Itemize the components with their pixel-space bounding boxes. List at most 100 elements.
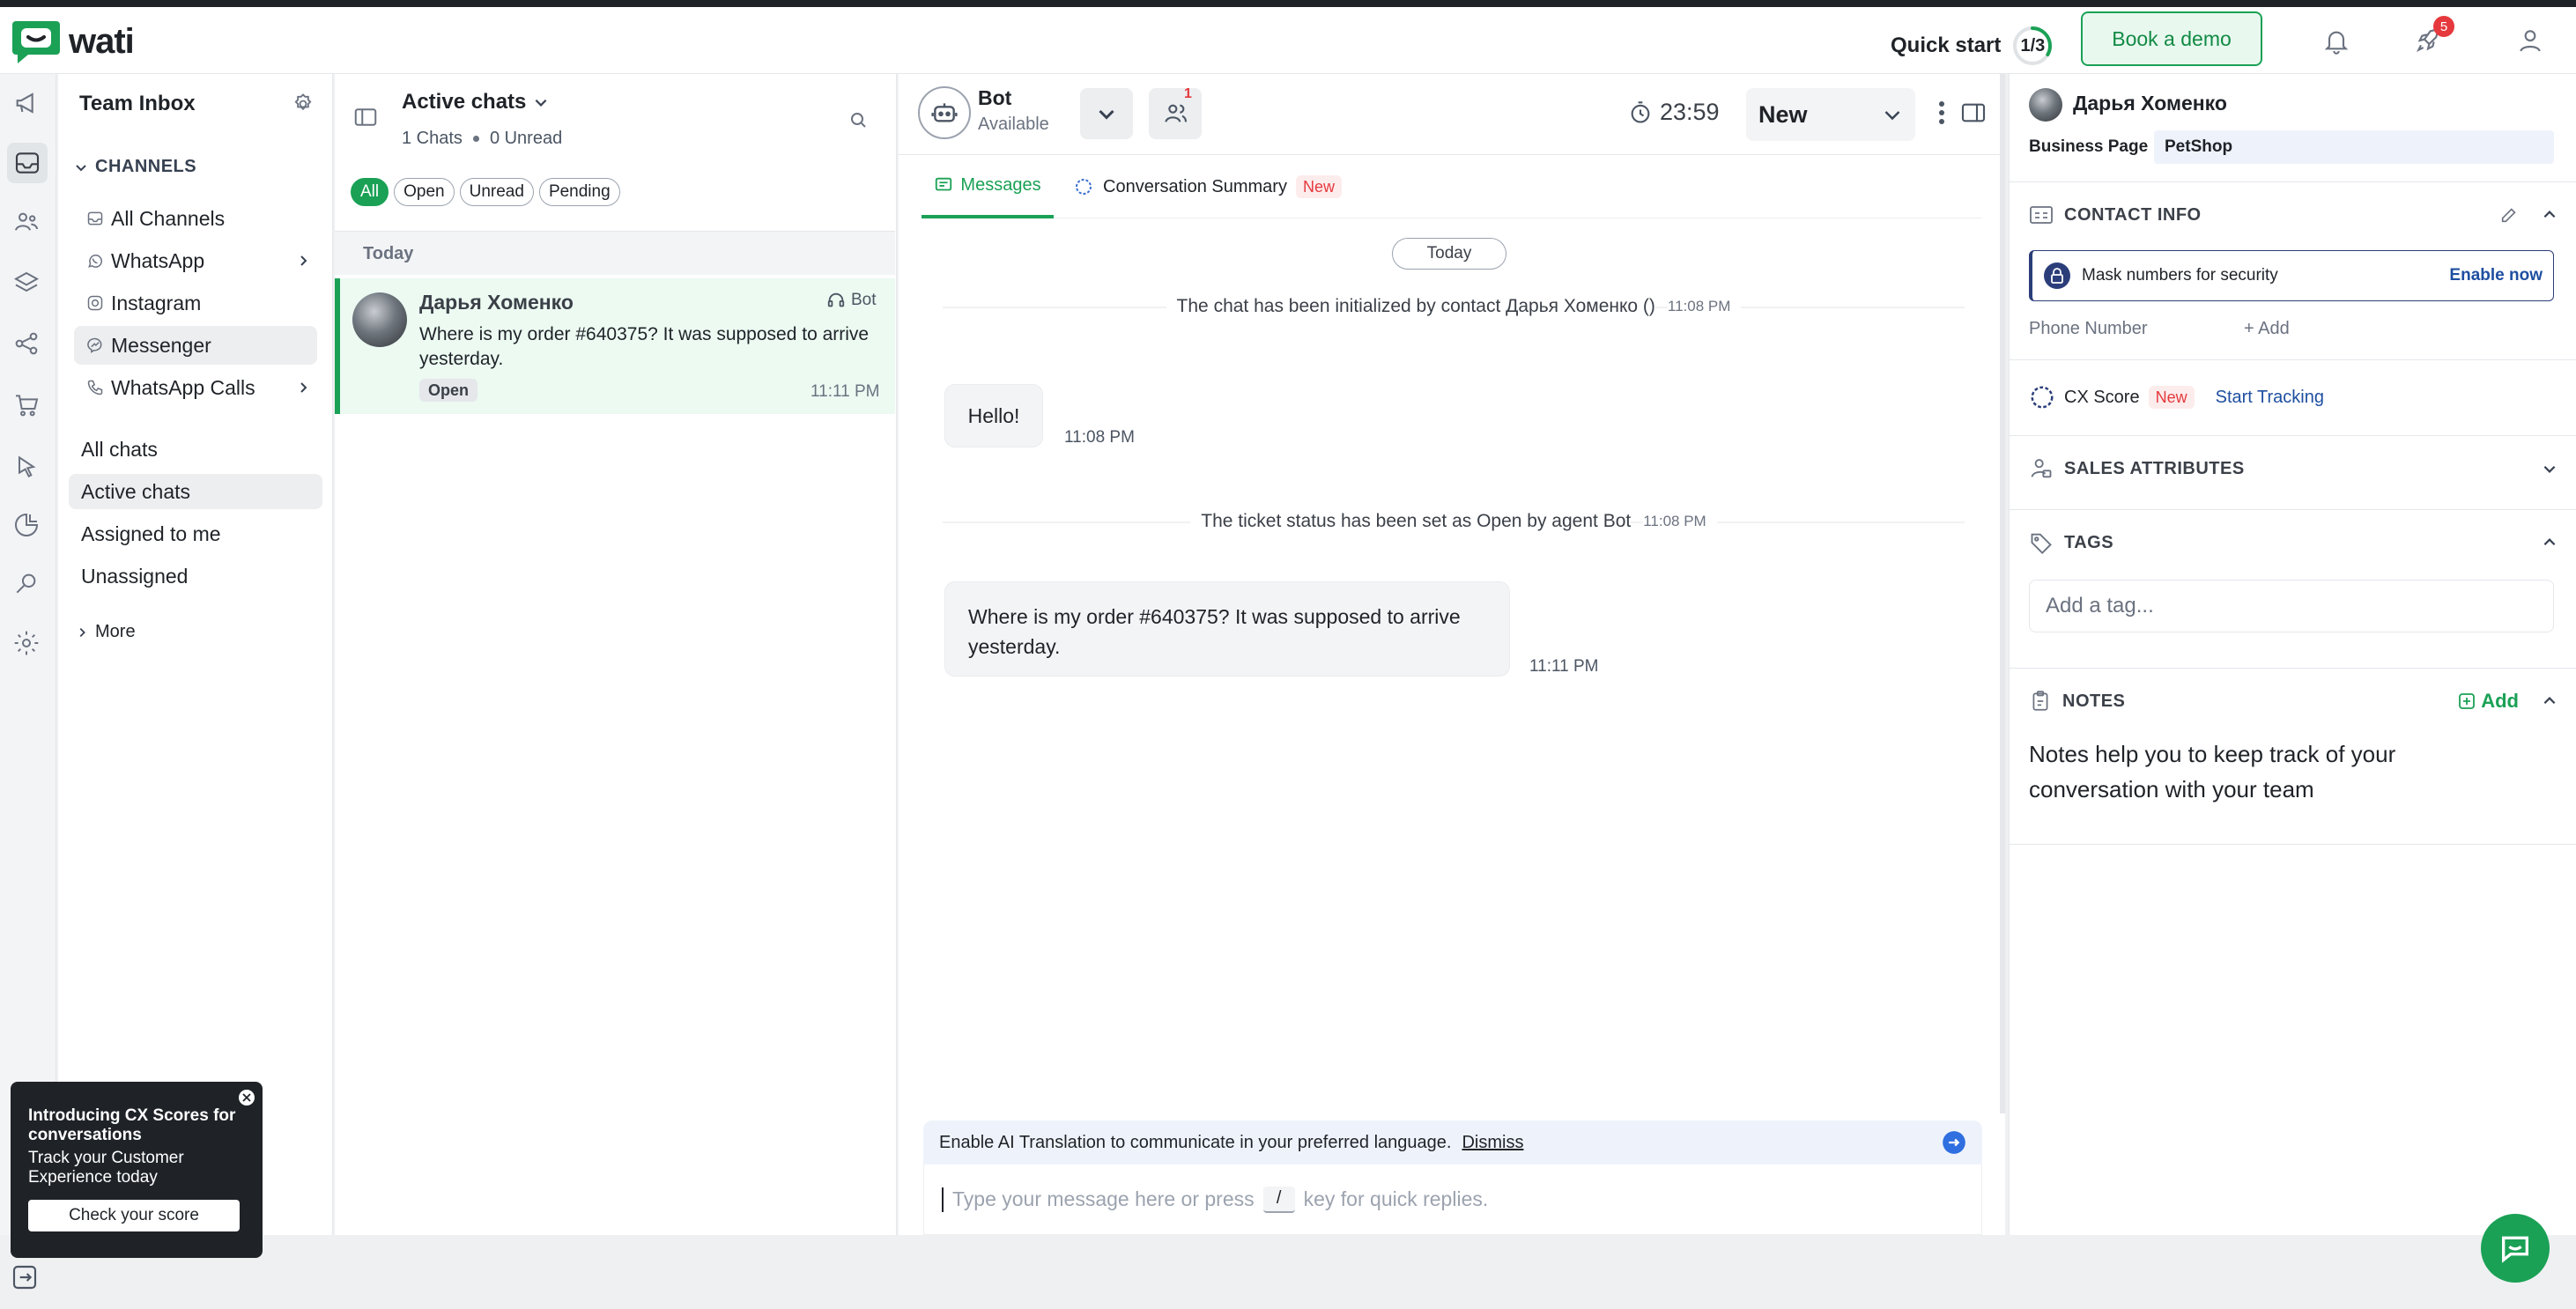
active-chats-dropdown[interactable]: Active chats: [402, 90, 549, 115]
channel-label: WhatsApp Calls: [111, 375, 255, 399]
timer: 23:59: [1628, 99, 1720, 126]
broadcast-icon[interactable]: [12, 88, 42, 118]
add-note-button[interactable]: Add: [2458, 690, 2519, 713]
filter-unread[interactable]: Unread: [459, 178, 534, 206]
system-message-time: 11:08 PM: [1667, 298, 1742, 315]
business-page-name: PetShop: [2165, 137, 2233, 156]
contacts-icon[interactable]: [12, 208, 41, 236]
composer-placeholder: Type your message here or press: [952, 1187, 1255, 1210]
channel-item-all-channels[interactable]: All Channels: [74, 199, 317, 238]
chevron-up-icon[interactable]: [2542, 207, 2557, 223]
analytics-icon[interactable]: [12, 511, 41, 539]
chat-time: 11:11 PM: [811, 382, 880, 401]
filter-open[interactable]: Open: [394, 178, 455, 206]
logout-icon[interactable]: [11, 1263, 39, 1291]
composer-placeholder-end: key for quick replies.: [1303, 1187, 1489, 1210]
people-icon: [1161, 100, 1189, 128]
filter-pending[interactable]: Pending: [538, 178, 620, 206]
dismiss-link[interactable]: Dismiss: [1462, 1133, 1523, 1153]
icon-rail: [0, 74, 56, 1290]
system-message-text: The ticket status has been set as Open b…: [1190, 511, 1632, 532]
message-text: Where is my order #640375? It was suppos…: [968, 605, 1461, 658]
toggle-contact-panel-icon[interactable]: [1959, 99, 1988, 127]
check-score-button[interactable]: Check your score: [28, 1200, 240, 1231]
add-phone-button[interactable]: + Add: [2244, 319, 2290, 339]
view-all-chats[interactable]: All chats: [69, 432, 322, 467]
conversation-header: Bot Available 1 23:59 New: [899, 74, 2005, 155]
book-demo-button[interactable]: Book a demo: [2081, 11, 2262, 66]
channel-item-whatsapp[interactable]: WhatsApp: [74, 241, 317, 280]
wati-logo[interactable]: wati: [11, 18, 135, 65]
assign-dropdown-button[interactable]: [1080, 88, 1133, 139]
settings-icon[interactable]: [12, 629, 41, 657]
agent-status: Available: [978, 115, 1049, 134]
chat-widget-button[interactable]: [2481, 1214, 2550, 1283]
channel-item-messenger[interactable]: Messenger: [74, 326, 317, 365]
contact-info-header[interactable]: CONTACT INFO: [2029, 204, 2557, 226]
filter-all[interactable]: All: [351, 178, 389, 206]
toggle-sidebar-icon[interactable]: [352, 104, 379, 130]
chat-bubble-icon: [2498, 1231, 2533, 1266]
conversation-scrollbar[interactable]: [2000, 74, 2005, 1113]
chat-agent: Bot: [826, 291, 877, 310]
tags-header[interactable]: TAGS: [2029, 530, 2557, 555]
unread-count: 0 Unread: [489, 129, 563, 148]
developer-icon[interactable]: [12, 569, 41, 597]
message-composer[interactable]: Type your message here or press / key fo…: [923, 1165, 1982, 1235]
arrow-right-icon[interactable]: [1942, 1130, 1966, 1155]
inbox-icon: [86, 210, 104, 227]
integrations-icon[interactable]: [12, 329, 41, 358]
tab-conversation-summary[interactable]: Conversation Summary New: [1073, 155, 1342, 218]
notifications-icon[interactable]: [2322, 26, 2350, 55]
chat-status-badge: Open: [419, 379, 478, 402]
chevron-down-icon: [533, 94, 549, 110]
timer-value: 23:59: [1660, 99, 1720, 125]
ads-icon[interactable]: [12, 453, 41, 481]
enable-now-link[interactable]: Enable now: [2449, 266, 2543, 285]
view-assigned-to-me[interactable]: Assigned to me: [69, 516, 322, 551]
cx-new-badge: New: [2148, 386, 2195, 409]
tab-messages[interactable]: Messages: [922, 155, 1054, 218]
bot-avatar[interactable]: [918, 86, 971, 139]
business-page-value[interactable]: PetShop: [2154, 130, 2554, 164]
chevron-up-icon: [2542, 535, 2557, 551]
channel-item-instagram[interactable]: Instagram: [74, 284, 317, 322]
start-tracking-link[interactable]: Start Tracking: [2216, 388, 2324, 408]
channel-label: Instagram: [111, 291, 202, 314]
chat-contact-name: Дарья Хоменко: [419, 291, 574, 314]
message-area: Today The chat has been initialized by c…: [899, 220, 2005, 1193]
cart-icon[interactable]: [12, 391, 41, 419]
channels-header[interactable]: CHANNELS: [74, 157, 196, 177]
sales-attributes-header[interactable]: SALES ATTRIBUTES: [2029, 456, 2557, 481]
search-icon[interactable]: [848, 109, 869, 130]
participants-badge: 1: [1184, 86, 1192, 101]
status-select[interactable]: New: [1746, 88, 1915, 141]
more-options-icon[interactable]: [1938, 99, 1945, 127]
team-inbox-icon[interactable]: [7, 143, 48, 183]
stopwatch-icon: [1628, 100, 1653, 125]
close-icon[interactable]: [238, 1089, 255, 1106]
edit-icon[interactable]: [2499, 205, 2519, 225]
inbox-settings-icon[interactable]: [291, 92, 315, 116]
user-icon[interactable]: [2516, 26, 2544, 55]
rocket-icon[interactable]: 5: [2414, 16, 2454, 55]
view-unassigned[interactable]: Unassigned: [69, 558, 322, 594]
incoming-message-1: Hello!: [944, 384, 1043, 447]
participants-button[interactable]: 1: [1149, 86, 1202, 139]
quick-start-progress: 1/3: [2011, 25, 2054, 67]
more-toggle[interactable]: More: [76, 622, 136, 642]
chevron-down-icon: [1096, 103, 1117, 124]
chevron-up-icon[interactable]: [2542, 693, 2557, 709]
chat-list-item[interactable]: Дарья Хоменко Bot Where is my order #640…: [335, 278, 895, 414]
business-page-label: Business Page: [2029, 137, 2149, 156]
view-active-chats[interactable]: Active chats: [69, 474, 322, 509]
channel-item-whatsapp-calls[interactable]: WhatsApp Calls: [74, 368, 317, 407]
notes-help-text: Notes help you to keep track of your con…: [2029, 741, 2396, 802]
chevron-down-icon: [74, 160, 88, 174]
automation-icon[interactable]: [12, 270, 41, 298]
clipboard-icon: [2029, 689, 2052, 714]
tag-input[interactable]: Add a tag...: [2029, 580, 2554, 632]
contact-name: Дарья Хоменко: [2073, 92, 2227, 115]
conversation-panel: Bot Available 1 23:59 New Messages Conve…: [899, 74, 2005, 1235]
quick-start[interactable]: Quick start 1/3: [1891, 25, 2054, 67]
